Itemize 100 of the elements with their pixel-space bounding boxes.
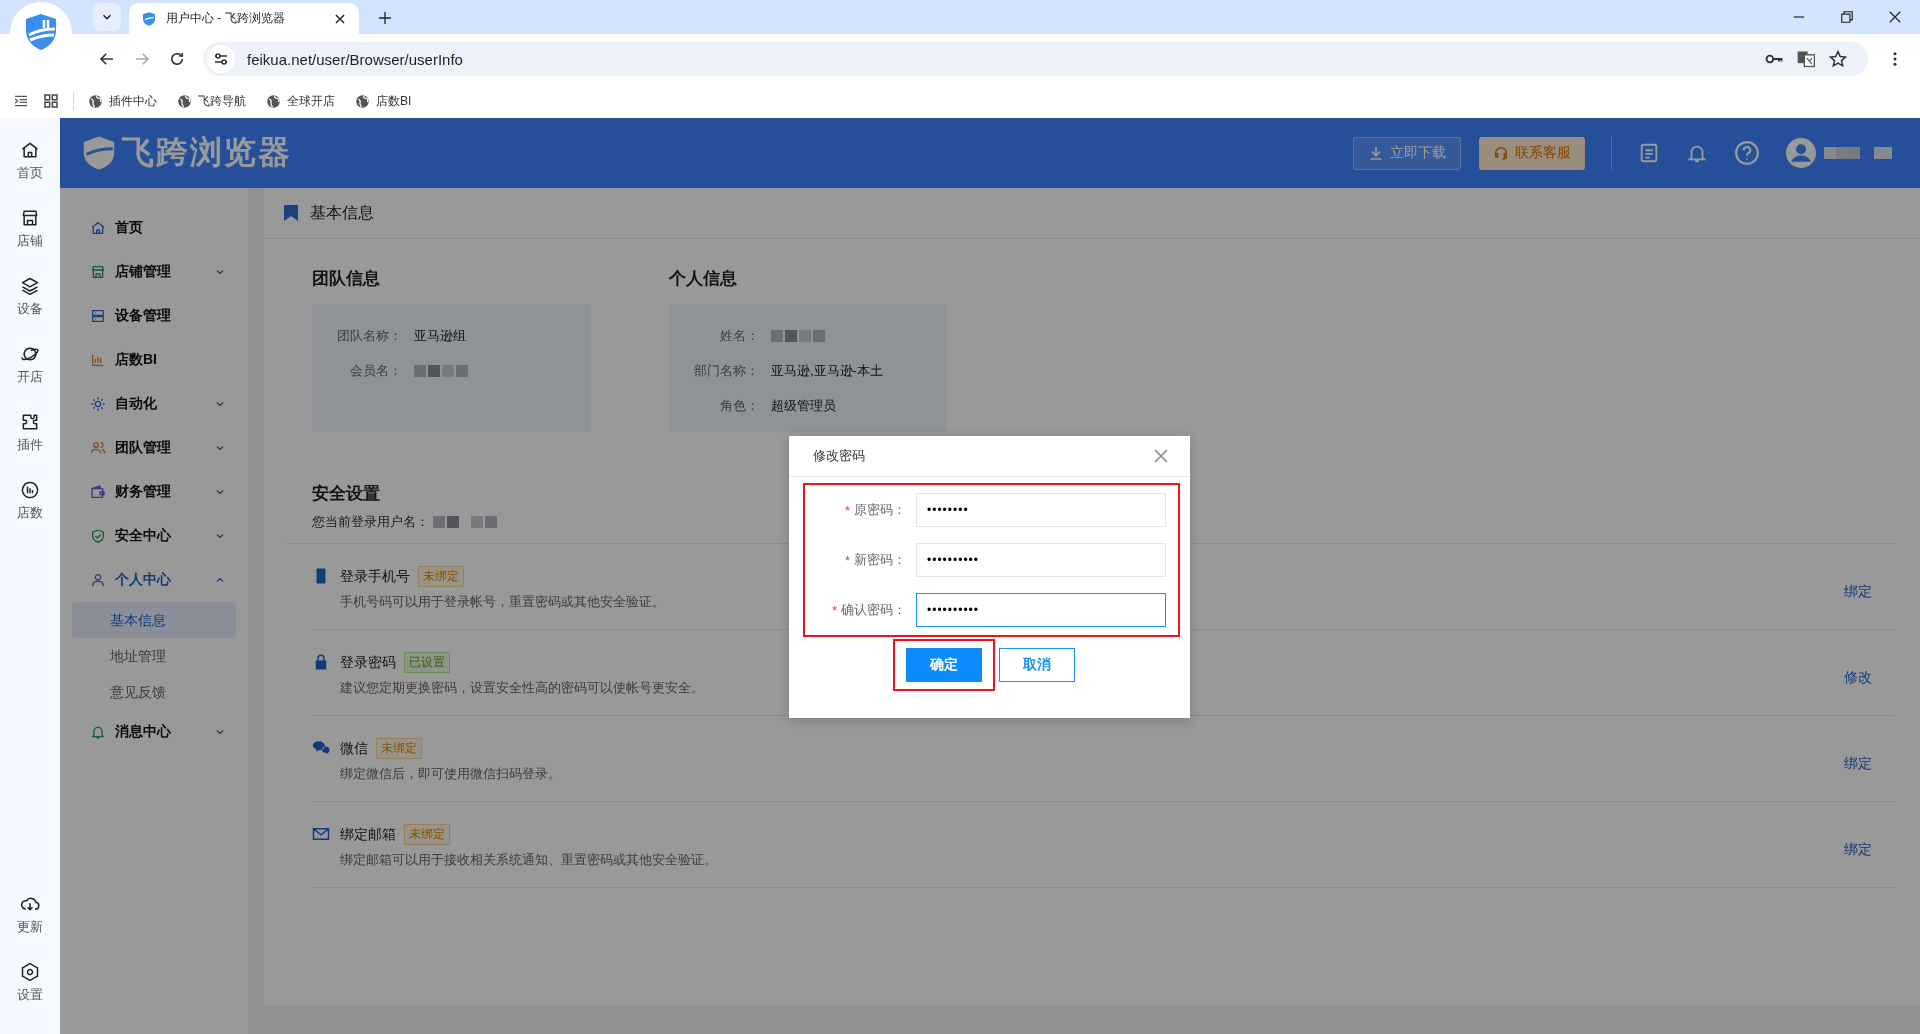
field-label: 团队名称： xyxy=(336,326,402,345)
nav-item[interactable]: 安全中心 xyxy=(60,514,248,558)
store-icon xyxy=(20,208,40,228)
password-field[interactable]: •••••••• xyxy=(916,493,1166,527)
rail-item[interactable]: 开店 xyxy=(0,344,60,412)
required-mark: * xyxy=(844,552,850,568)
field-label: 原密码： xyxy=(854,501,906,519)
new-tab-icon[interactable] xyxy=(377,10,393,26)
required-mark: * xyxy=(844,502,850,518)
bookmark-icon xyxy=(284,205,298,221)
site-settings-icon[interactable] xyxy=(207,45,235,73)
side-panel-icon[interactable] xyxy=(13,93,29,109)
rail-item[interactable]: 店数 xyxy=(0,480,60,548)
password-field[interactable]: •••••••••• xyxy=(916,543,1166,577)
nav-subitem[interactable]: 意见反馈 xyxy=(72,674,236,710)
nav-item[interactable]: 自动化 xyxy=(60,382,248,426)
section-title: 安全设置 xyxy=(312,483,381,505)
translate-icon[interactable] xyxy=(1796,49,1816,69)
status-tag: 已设置 xyxy=(404,652,450,673)
help-icon[interactable] xyxy=(1734,140,1760,166)
shield-icon xyxy=(90,528,106,544)
action-link[interactable]: 绑定 xyxy=(1844,582,1872,601)
action-link[interactable]: 修改 xyxy=(1844,668,1872,687)
rail-item[interactable]: 首页 xyxy=(0,140,60,208)
password-field[interactable]: •••••••••• xyxy=(916,593,1166,627)
status-tag: 未绑定 xyxy=(404,824,450,845)
field-label: 部门名称： xyxy=(693,361,759,380)
rail-item[interactable]: 店铺 xyxy=(0,208,60,276)
rail-item[interactable]: 设置 xyxy=(0,962,60,1030)
dialog-title: 修改密码 xyxy=(813,447,865,465)
nav-item[interactable]: 设备管理 xyxy=(60,294,248,338)
document-icon[interactable] xyxy=(1638,142,1660,164)
required-mark: * xyxy=(831,602,837,618)
field-value: 超级管理员 xyxy=(771,396,836,415)
server-icon xyxy=(90,308,106,324)
download-icon xyxy=(1368,145,1384,161)
close-icon[interactable] xyxy=(333,11,347,26)
nav-item[interactable]: 店铺管理 xyxy=(60,250,248,294)
security-item-description: 绑定邮箱可以用于接收相关系统通知、重置密码或其他安全验证。 xyxy=(340,851,717,869)
close-icon[interactable] xyxy=(1888,10,1902,24)
shield-logo-icon xyxy=(82,135,116,171)
username-label: 您当前登录用户名： xyxy=(312,513,429,531)
field-label: 确认密码： xyxy=(841,601,906,619)
wallet-icon xyxy=(90,484,106,500)
star-icon[interactable] xyxy=(1828,49,1848,69)
reload-icon[interactable] xyxy=(168,50,186,68)
globe-icon xyxy=(266,93,281,109)
sun-icon xyxy=(90,396,106,412)
globe-icon xyxy=(355,93,370,109)
section-title: 个人信息 xyxy=(669,268,738,290)
nav-item[interactable]: 团队管理 xyxy=(60,426,248,470)
security-item-title: 绑定邮箱 xyxy=(340,825,396,844)
nav-item[interactable]: 财务管理 xyxy=(60,470,248,514)
browser-tab[interactable]: 用户中心 - 飞跨浏览器 xyxy=(129,3,359,34)
url-text: feikua.net/user/Browser/userInfo xyxy=(247,50,463,68)
bookmark-item[interactable]: 飞跨导航 xyxy=(177,92,246,110)
security-item-description: 手机号码可以用于登录帐号，重置密码或其他安全验证。 xyxy=(340,593,665,611)
restore-icon[interactable] xyxy=(1840,10,1854,24)
address-bar[interactable]: feikua.net/user/Browser/userInfo xyxy=(203,42,1868,76)
bookmark-item[interactable]: 插件中心 xyxy=(88,92,157,110)
planet-icon xyxy=(20,344,40,364)
envelope-icon xyxy=(312,825,330,843)
rail-item[interactable]: 设备 xyxy=(0,276,60,344)
settings-icon xyxy=(20,962,40,982)
home-icon xyxy=(20,140,40,160)
tab-title: 用户中心 - 飞跨浏览器 xyxy=(166,10,286,27)
apps-grid-icon[interactable] xyxy=(43,93,59,109)
user-icon xyxy=(90,572,106,588)
bar-chart-icon xyxy=(90,352,106,368)
action-link[interactable]: 绑定 xyxy=(1844,840,1872,859)
field-value: 亚马逊组 xyxy=(414,326,466,345)
action-link[interactable]: 绑定 xyxy=(1844,754,1872,773)
shield-logo-icon xyxy=(141,10,157,27)
store-icon xyxy=(90,264,106,280)
page-title: 基本信息 xyxy=(310,202,374,223)
back-icon[interactable] xyxy=(98,50,116,68)
field-label: 会员名： xyxy=(349,361,402,380)
field-label: 姓名： xyxy=(719,326,759,345)
field-label: 新密码： xyxy=(854,551,906,569)
security-item-description: 建议您定期更换密码，设置安全性高的密码可以使帐号更安全。 xyxy=(340,679,704,697)
home-icon xyxy=(90,220,106,236)
bell-icon xyxy=(90,724,106,740)
nav-item[interactable]: 个人中心 xyxy=(60,558,248,602)
puzzle-icon xyxy=(20,412,40,432)
rail-item[interactable]: 插件 xyxy=(0,412,60,480)
security-item-title: 登录密码 xyxy=(340,653,396,672)
field-value: 亚马逊,亚马逊-本土 xyxy=(771,361,883,380)
nav-item[interactable]: 消息中心 xyxy=(60,710,248,754)
avatar-icon[interactable] xyxy=(1786,138,1816,168)
bookmark-item[interactable]: 全球开店 xyxy=(266,92,335,110)
nav-item[interactable]: 首页 xyxy=(60,206,248,250)
nav-item[interactable]: 店数BI xyxy=(60,338,248,382)
layers-icon xyxy=(20,276,40,296)
people-icon xyxy=(90,440,106,456)
globe-icon xyxy=(177,93,192,109)
section-title: 团队信息 xyxy=(312,268,381,290)
rail-item[interactable]: 更新 xyxy=(0,894,60,962)
nav-subitem[interactable]: 地址管理 xyxy=(72,638,236,674)
bookmark-item[interactable]: 店数BI xyxy=(355,92,412,110)
security-item-title: 微信 xyxy=(340,739,368,758)
